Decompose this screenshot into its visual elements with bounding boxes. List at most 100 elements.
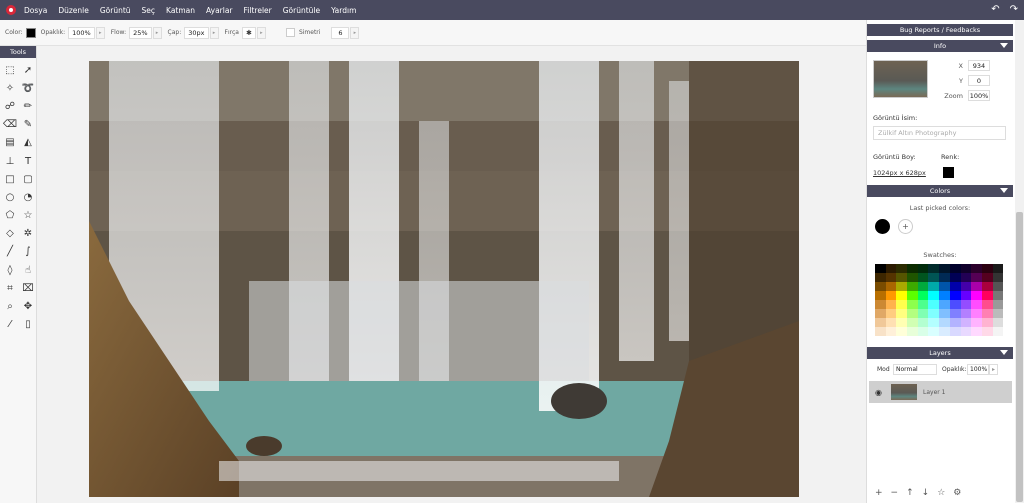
swatch-color-6[interactable] — [939, 264, 950, 273]
swatch-color-32[interactable] — [960, 282, 972, 291]
move-layer-up-icon[interactable]: ↑ — [906, 488, 914, 498]
swatch-color-68[interactable] — [960, 309, 972, 318]
collapse-triangle-icon[interactable] — [1000, 188, 1008, 193]
swatch-color-95[interactable] — [992, 327, 1004, 336]
collapse-triangle-icon[interactable] — [1000, 43, 1008, 48]
swatch-color-41[interactable] — [928, 291, 940, 300]
menu-adjust[interactable]: Ayarlar — [206, 6, 233, 15]
move-layer-down-icon[interactable]: ↓ — [922, 488, 930, 498]
swatch-color-59[interactable] — [992, 300, 1004, 309]
menu-filters[interactable]: Filtreler — [244, 6, 272, 15]
swatch-color-12[interactable] — [875, 273, 886, 282]
opacity-stepper[interactable]: ▸ — [95, 26, 105, 39]
swatch-color-88[interactable] — [917, 327, 929, 336]
swatch-color-74[interactable] — [896, 318, 908, 327]
pencil-icon[interactable]: ✎ — [19, 116, 37, 134]
menu-select[interactable]: Seç — [142, 6, 156, 15]
swatch-color-34[interactable] — [981, 282, 993, 291]
current-color-box[interactable] — [943, 167, 954, 178]
swatch-color-0[interactable] — [875, 264, 886, 273]
brush-tip-icon[interactable]: ✱ — [241, 26, 256, 39]
swatch-color-76[interactable] — [917, 318, 929, 327]
symmetry-checkbox[interactable] — [285, 28, 295, 37]
add-layer-icon[interactable]: + — [875, 488, 883, 498]
rectangle-icon[interactable]: □ — [1, 170, 19, 188]
undo-icon[interactable]: ↶ — [991, 4, 999, 16]
swatch-color-26[interactable] — [896, 282, 908, 291]
swatch-color-42[interactable] — [939, 291, 950, 300]
redo-icon[interactable]: ↷ — [1010, 4, 1018, 16]
flow-stepper[interactable]: ▸ — [152, 26, 162, 39]
swatch-color-4[interactable] — [917, 264, 929, 273]
blend-mode-select[interactable]: Normal — [893, 364, 937, 375]
layer-opacity-input[interactable]: 100% — [967, 364, 989, 375]
swatch-color-60[interactable] — [875, 309, 886, 318]
swatch-color-28[interactable] — [917, 282, 929, 291]
swatch-color-72[interactable] — [875, 318, 886, 327]
swatch-color-19[interactable] — [949, 273, 961, 282]
rounded-rect-icon[interactable]: ▢ — [19, 170, 37, 188]
swatch-color-50[interactable] — [896, 300, 908, 309]
image-canvas[interactable] — [89, 61, 799, 497]
app-logo-icon[interactable] — [6, 5, 16, 15]
image-size-link[interactable]: 1024px x 628px — [873, 169, 926, 177]
gradient-icon[interactable]: ▤ — [1, 134, 19, 152]
swatch-color-10[interactable] — [981, 264, 993, 273]
text-icon[interactable]: T — [19, 152, 37, 170]
swatch-color-13[interactable] — [885, 273, 897, 282]
swatch-color-49[interactable] — [885, 300, 897, 309]
symmetry-input[interactable]: 6 — [331, 26, 350, 39]
swatch-color-69[interactable] — [971, 309, 982, 318]
swatch-color-14[interactable] — [896, 273, 908, 282]
info-header[interactable]: Info — [867, 40, 1013, 52]
polygon-icon[interactable]: ⬠ — [1, 207, 19, 225]
pan-icon[interactable]: ✥ — [19, 297, 37, 315]
layer-opacity-stepper[interactable]: ▸ — [989, 364, 998, 375]
menu-edit[interactable]: Düzenle — [58, 6, 89, 15]
swatch-color-93[interactable] — [971, 327, 982, 336]
magic-wand-icon[interactable]: ✧ — [1, 79, 19, 97]
swatch-color-83[interactable] — [992, 318, 1004, 327]
color-picker-icon[interactable]: ⁄ — [1, 316, 19, 334]
swatch-color-75[interactable] — [907, 318, 918, 327]
layer-settings-icon[interactable]: ⚙ — [953, 488, 961, 498]
swatch-color-70[interactable] — [981, 309, 993, 318]
swatch-color-45[interactable] — [971, 291, 982, 300]
last-picked-color[interactable] — [875, 219, 890, 234]
swatch-color-81[interactable] — [971, 318, 982, 327]
swatch-color-71[interactable] — [992, 309, 1004, 318]
eraser-icon[interactable]: ⌫ — [1, 116, 19, 134]
swatch-color-89[interactable] — [928, 327, 940, 336]
right-scrollbar[interactable] — [1015, 22, 1024, 503]
fill-shape-icon[interactable]: ◇ — [1, 225, 19, 243]
swatch-color-79[interactable] — [949, 318, 961, 327]
clone-stamp-icon[interactable]: ⊥ — [1, 152, 19, 170]
move-pointer-icon[interactable]: ➚ — [19, 61, 37, 79]
swatch-color-37[interactable] — [885, 291, 897, 300]
swatch-color-3[interactable] — [907, 264, 918, 273]
swatch-color-8[interactable] — [960, 264, 972, 273]
swatch-color-85[interactable] — [885, 327, 897, 336]
swatch-color-7[interactable] — [949, 264, 961, 273]
swatch-color-24[interactable] — [875, 282, 886, 291]
swatch-color-27[interactable] — [907, 282, 918, 291]
scrollbar-thumb[interactable] — [1016, 212, 1023, 502]
trash-icon[interactable]: ▯ — [19, 316, 37, 334]
image-name-input[interactable]: Zülkif Altın Photography — [873, 126, 1006, 140]
add-color-button[interactable]: + — [898, 219, 913, 234]
swatch-color-33[interactable] — [971, 282, 982, 291]
swatch-color-39[interactable] — [907, 291, 918, 300]
swatch-color-30[interactable] — [939, 282, 950, 291]
collapse-triangle-icon[interactable] — [1000, 350, 1008, 355]
swatch-color-9[interactable] — [971, 264, 982, 273]
swatch-color-63[interactable] — [907, 309, 918, 318]
swatch-color-87[interactable] — [907, 327, 918, 336]
swatch-color-38[interactable] — [896, 291, 908, 300]
swatch-color-47[interactable] — [992, 291, 1004, 300]
shape-icon[interactable]: ◔ — [19, 188, 37, 206]
star-icon[interactable]: ☆ — [19, 207, 37, 225]
fill-bucket-icon[interactable]: ◭ — [19, 134, 37, 152]
menu-layer[interactable]: Katman — [166, 6, 195, 15]
menu-image[interactable]: Görüntü — [100, 6, 131, 15]
swatch-color-66[interactable] — [939, 309, 950, 318]
